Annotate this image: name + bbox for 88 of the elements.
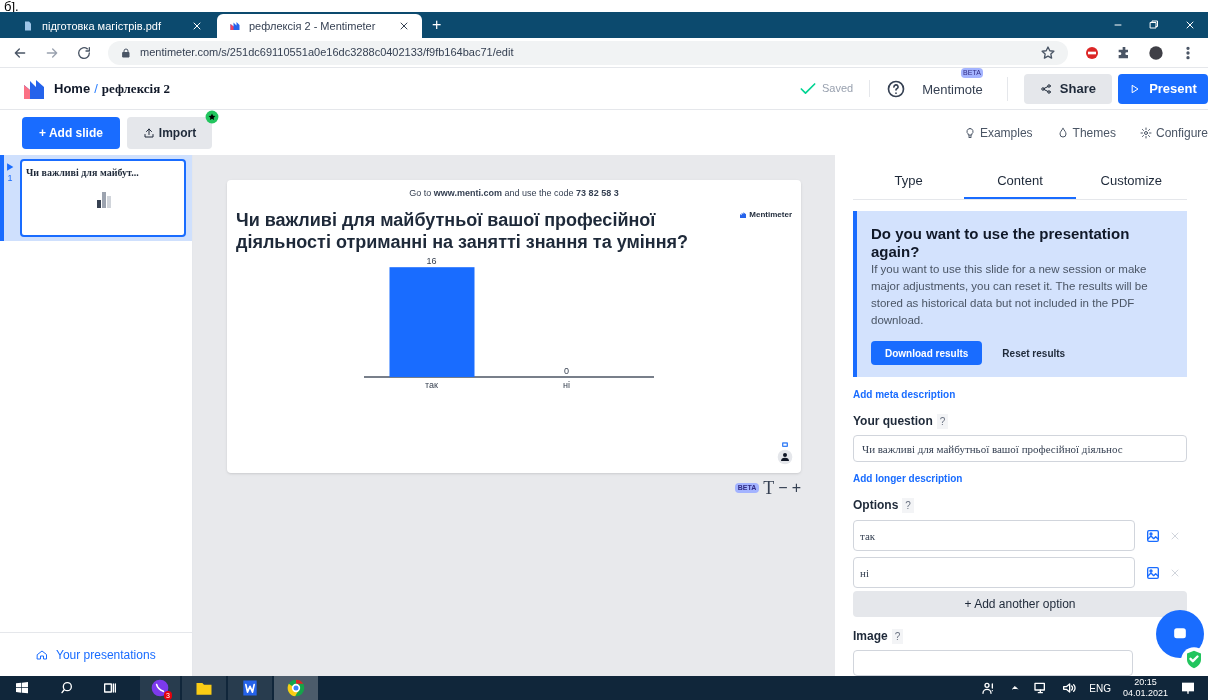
toolbar-link[interactable]: Themes (1056, 123, 1116, 142)
add-slide-button[interactable]: + Add slide (22, 116, 120, 149)
close-icon[interactable] (191, 20, 203, 32)
mentimeter-wordmark: Mentimeter (749, 208, 792, 221)
reload-icon[interactable] (76, 44, 92, 61)
home-link[interactable]: Home (54, 78, 91, 99)
panel-tab[interactable]: Customize (1075, 165, 1187, 199)
lightbulb-icon (963, 126, 976, 139)
option-input[interactable]: ні (853, 557, 1135, 589)
upload-icon (142, 126, 155, 139)
home-icon (36, 648, 48, 661)
share-icon (1039, 82, 1052, 95)
saved-status: Saved (821, 80, 871, 97)
image-icon[interactable] (1145, 564, 1161, 581)
word-document-icon[interactable] (240, 678, 260, 698)
notice-title: Do you want to use the presentation again? (871, 225, 1131, 261)
breadcrumb-separator: / (94, 79, 98, 98)
field-label: Image (853, 628, 888, 646)
your-presentations-link[interactable]: Your presentations (36, 645, 156, 664)
star-icon[interactable] (1040, 44, 1056, 61)
task-view-icon[interactable] (102, 680, 118, 696)
windows-start-icon[interactable] (14, 680, 30, 696)
bar-value-label: 0 (564, 365, 569, 376)
settings-icon (1139, 126, 1152, 139)
tab-title: рефлексія 2 - Mentimeter (249, 18, 377, 34)
browser-tab[interactable]: рефлексія 2 - Mentimeter (217, 14, 422, 38)
address-bar[interactable]: mentimeter.com/s/251dc69110551a0e16dc3288c0402133/f9fb164bac71/edit (108, 40, 1068, 65)
font-size-button[interactable]: T (763, 479, 775, 497)
profile-avatar-icon[interactable] (1148, 44, 1164, 61)
new-badge-icon (205, 109, 219, 124)
mentimote-link[interactable]: Mentimote (922, 81, 983, 97)
extension-icon[interactable] (1084, 44, 1100, 61)
document-icon (22, 20, 34, 32)
mentimeter-logo-icon (739, 210, 748, 219)
image-icon[interactable] (1145, 527, 1161, 544)
clock-date[interactable]: 04.01.2021 (1122, 688, 1168, 699)
presenter-notes-icon[interactable] (780, 441, 790, 449)
chat-app-icon[interactable] (150, 678, 170, 698)
bar-value-label: 16 (426, 255, 437, 266)
browser-icon[interactable] (286, 678, 306, 698)
image-upload-field[interactable] (853, 650, 1133, 676)
help-icon[interactable] (886, 78, 907, 99)
present-button[interactable]: Present (1118, 73, 1208, 104)
bar-logo-icon (229, 20, 241, 32)
speaker-icon[interactable] (1061, 680, 1078, 696)
lock-icon (120, 46, 132, 59)
increase-button[interactable]: + (791, 480, 801, 496)
url-text: mentimeter.com/s/251dc69110551a0e16dc3288c0402133/f9fb164bac71/edit (140, 45, 514, 61)
category-label: ні (563, 379, 570, 390)
language-indicator[interactable]: ENG (1089, 680, 1111, 696)
slide-thumbnail[interactable]: Чи важливі для майбут... (20, 159, 186, 237)
help-tooltip-icon[interactable]: ? (936, 413, 949, 429)
panel-tab[interactable]: Content (964, 165, 1076, 199)
join-instructions: Go to www.menti.com and use the code 73 82 58 3 (408, 187, 620, 200)
notice-text: If you want to use this slide for a new session or make major adjustments, you can reset it. The results will be stored as historical data but not included in the PDF download. (871, 262, 1149, 328)
download-results-button[interactable]: Download results (871, 341, 983, 365)
panel-tab[interactable]: Type (853, 165, 965, 199)
slide-list-item[interactable]: 1 Чи важливі для майбут... (0, 155, 192, 241)
category-label: так (425, 379, 438, 390)
notifications-icon[interactable] (1180, 680, 1196, 696)
presentation-title: рефлексія 2 (101, 79, 170, 98)
import-button[interactable]: Import (127, 116, 212, 149)
thumbnail-title: Чи важливі для майбут... (26, 166, 139, 180)
play-icon (5, 162, 15, 172)
close-icon[interactable] (398, 20, 410, 32)
decrease-button[interactable]: − (778, 480, 788, 496)
help-tooltip-icon[interactable]: ? (891, 628, 904, 644)
toolbar-link[interactable]: Configure (1139, 123, 1208, 142)
tab-title: підготовка магістрів.pdf (42, 18, 162, 34)
new-tab-button[interactable]: + (424, 13, 450, 37)
restore-icon[interactable] (1148, 19, 1160, 31)
droplet-icon (1056, 126, 1069, 139)
audience-icon[interactable] (777, 449, 793, 465)
clock-time[interactable]: 20:15 (1134, 677, 1157, 688)
close-icon[interactable] (1184, 19, 1196, 31)
add-longer-description-link[interactable]: Add longer description (853, 471, 1187, 487)
field-label: Your question (853, 413, 933, 430)
add-option-button[interactable]: + Add another option (853, 591, 1187, 618)
reset-results-button[interactable]: Reset results (1002, 345, 1066, 361)
slide-number: 1 (7, 172, 13, 185)
toolbar-link[interactable]: Examples (963, 123, 1033, 142)
help-tooltip-icon[interactable]: ? (902, 497, 914, 513)
add-meta-description-link[interactable]: Add meta description (853, 387, 1187, 402)
slide-question: Чи важливі для майбутньої вашої професійної діяльності отриманні на занятті знання та уміння? (236, 208, 689, 253)
field-label: Options (853, 497, 899, 515)
question-input[interactable]: Чи важливі для майбутньої вашої професійної діяльнос (853, 435, 1187, 463)
option-input[interactable]: так (853, 520, 1135, 552)
share-button[interactable]: Share (1023, 73, 1112, 104)
